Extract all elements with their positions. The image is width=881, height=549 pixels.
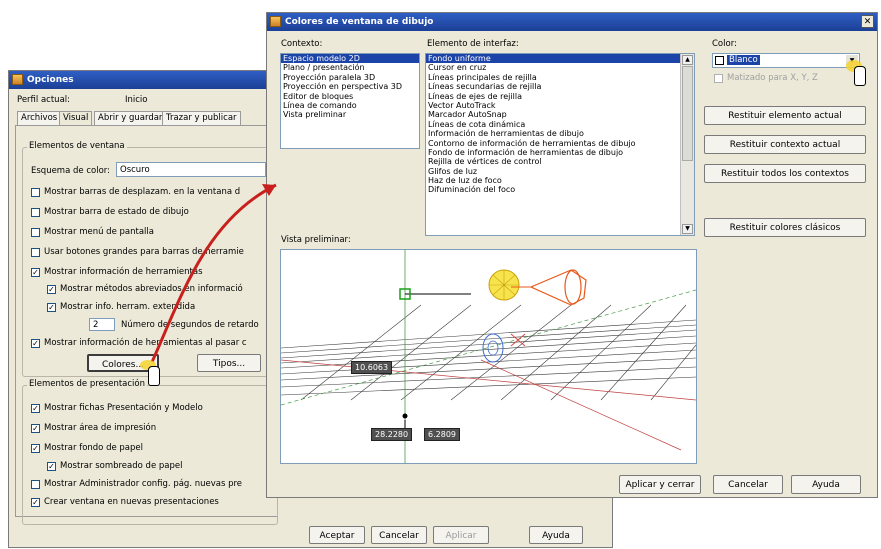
- annotation-arrow: [150, 183, 277, 363]
- hand-cursor-icon: [846, 58, 870, 88]
- annotation-overlay: [150, 183, 277, 363]
- hand-cursor-icon: [140, 360, 164, 388]
